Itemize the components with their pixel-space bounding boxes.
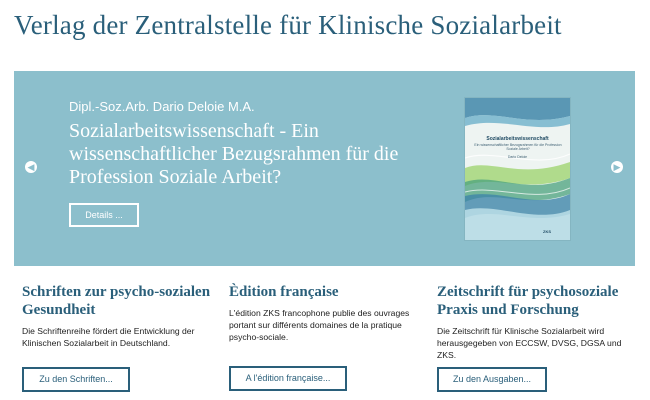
slide-title[interactable]: Sozialarbeitswissenschaft - Ein wissensc… [69, 120, 449, 189]
publisher-logo: ZKS [543, 229, 551, 234]
column-text: L'édition ZKS francophone publie des ouv… [229, 308, 410, 342]
column-text: Die Zeitschrift für Klinische Sozialarbe… [437, 326, 622, 360]
book-author: Dario Deloie [507, 155, 528, 159]
chevron-right-icon[interactable]: ▶ [611, 161, 623, 173]
column-heading[interactable]: Schriften zur psycho-sozialen Gesundheit [22, 283, 217, 319]
column-schriften: Schriften zur psycho-sozialen Gesundheit… [22, 283, 217, 392]
column-heading[interactable]: Zeitschrift für psychosoziale Praxis und… [437, 283, 632, 319]
schriften-button[interactable]: Zu den Schriften... [22, 367, 130, 392]
slide-author: Dipl.-Soz.Arb. Dario Deloie M.A. [69, 99, 255, 114]
details-button[interactable]: Details ... [69, 203, 139, 227]
ausgaben-button[interactable]: Zu den Ausgaben... [437, 367, 547, 392]
column-edition-francaise: Èdition française L'édition ZKS francoph… [229, 283, 424, 391]
chevron-left-icon[interactable]: ◀ [25, 161, 37, 173]
hero-slider: ◀ ▶ Dipl.-Soz.Arb. Dario Deloie M.A. Soz… [14, 71, 635, 266]
column-heading[interactable]: Èdition française [229, 283, 424, 301]
book-cover-image[interactable]: Sozialarbeitswissenschaft Ein wissenscha… [465, 98, 570, 240]
book-title: Sozialarbeitswissenschaft [486, 136, 549, 142]
edition-francaise-button[interactable]: A l'édition française... [229, 366, 347, 391]
book-subtitle: Ein wissenschaftlicher Bezugsrahmen für … [474, 143, 562, 151]
book-cover-art [465, 98, 570, 240]
column-zeitschrift: Zeitschrift für psychosoziale Praxis und… [437, 283, 632, 392]
column-text: Die Schriftenreihe fördert die Entwicklu… [22, 326, 195, 348]
site-title[interactable]: Verlag der Zentralstelle für Klinische S… [14, 10, 562, 41]
